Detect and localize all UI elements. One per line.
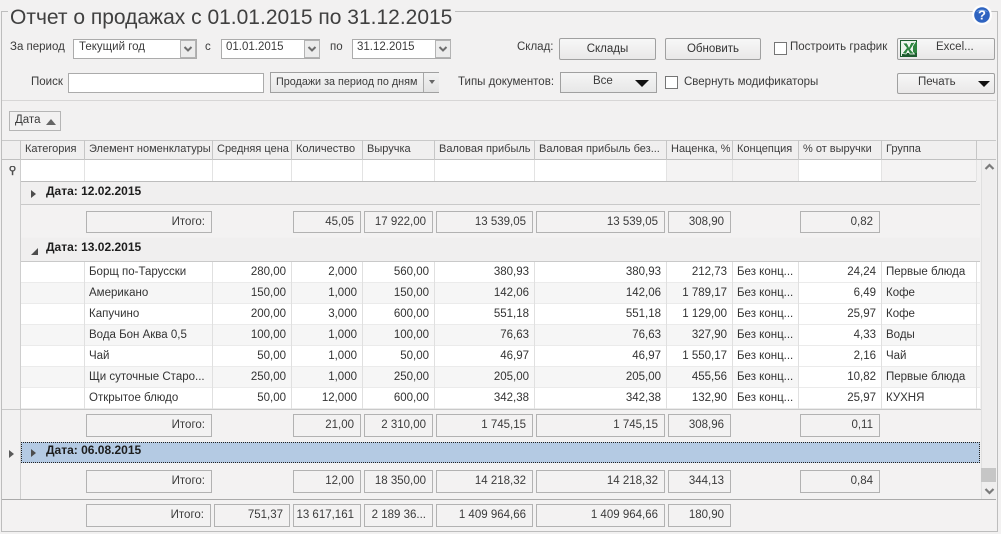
svg-text:?: ? — [978, 8, 986, 23]
